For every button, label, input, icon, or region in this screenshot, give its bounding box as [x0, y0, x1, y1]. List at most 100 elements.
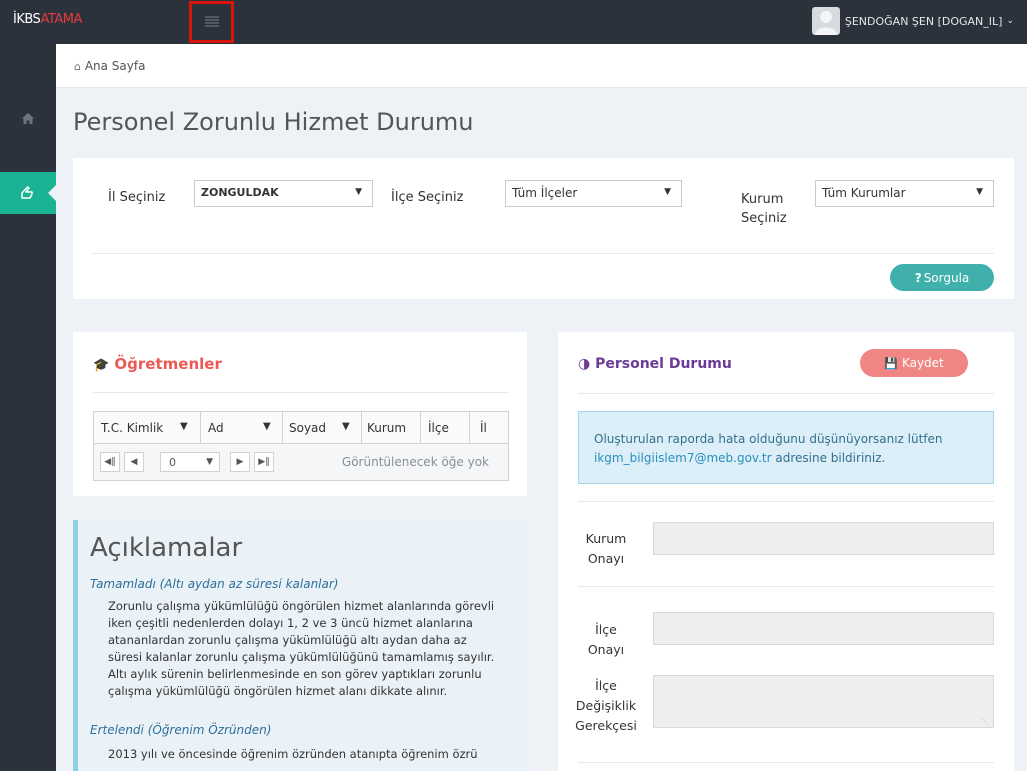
- il-select-value: ZONGULDAK: [201, 186, 279, 199]
- teachers-grid: T.C. Kimlik ▼ Ad ▼ Soyad ▼ Kurum İlçe İl…: [93, 411, 509, 481]
- label-line: Değişiklik: [575, 698, 637, 713]
- divider: [91, 253, 994, 254]
- personel-title: Personel Durumu: [595, 356, 732, 372]
- aciklamalar-text-2: 2013 yılı ve öncesinde öğrenim özründen …: [108, 747, 478, 761]
- prev-page-button[interactable]: ◀: [124, 452, 144, 472]
- filter-icon[interactable]: ▼: [263, 421, 271, 432]
- last-page-button[interactable]: ▶‖: [254, 452, 274, 472]
- page-select[interactable]: 0 ▼: [160, 452, 220, 472]
- sidebar-item-home[interactable]: [0, 98, 56, 138]
- column-separator: [361, 412, 362, 444]
- home-icon: ⌂: [74, 60, 81, 73]
- text-line: Zorunlu çalışma yükümlülüğü öngörülen hi…: [108, 599, 495, 613]
- kurum-label-line1: Kurum: [741, 192, 784, 207]
- label-line: Kurum: [585, 531, 627, 546]
- column-separator: [200, 412, 201, 444]
- text-line: çalışma yükümlülüğü öngörülen hizmet ala…: [108, 684, 448, 698]
- column-header-il[interactable]: İl: [480, 421, 487, 435]
- grid-pager: ◀‖ ◀ 0 ▼ ▶ ▶‖ Görüntülenecek öğe yok: [94, 444, 508, 480]
- page-select-value: 0: [169, 455, 176, 469]
- alert-suffix: adresine bildiriniz.: [771, 451, 886, 465]
- text-line: süresi kalanlar zorunlu çalışma yükümlül…: [108, 650, 495, 664]
- user-menu[interactable]: ŞENDOĞAN ŞEN [DOGAN_IL] ⌄: [811, 7, 1014, 35]
- aciklamalar-title: Açıklamalar: [90, 533, 243, 563]
- hamburger-icon: [204, 16, 219, 27]
- ilce-degisiklik-textarea[interactable]: ⋱: [653, 675, 994, 728]
- column-header-kurum[interactable]: Kurum: [367, 421, 406, 435]
- divider: [93, 392, 509, 393]
- column-separator: [282, 412, 283, 444]
- column-header-soyad[interactable]: Soyad: [289, 421, 326, 435]
- avatar: [811, 7, 840, 35]
- sidebar-item-active[interactable]: [0, 172, 56, 214]
- resize-handle-icon[interactable]: ⋱: [981, 717, 989, 726]
- divider: [578, 393, 994, 394]
- aciklamalar-text-1: Zorunlu çalışma yükümlülüğü öngörülen hi…: [108, 598, 528, 700]
- info-alert: Oluşturulan raporda hata olduğunu düşünü…: [578, 411, 994, 484]
- alert-text: Oluşturulan raporda hata olduğunu düşünü…: [594, 432, 943, 446]
- aciklamalar-subtitle-2: Ertelendi (Öğrenim Özründen): [90, 723, 272, 737]
- text-line: atananlardan zorunlu çalışma yükümlülüğü…: [108, 633, 467, 647]
- query-button[interactable]: ? Sorgula: [890, 264, 994, 291]
- teachers-header: 🎓 Öğretmenler: [93, 355, 222, 373]
- query-button-label: Sorgula: [923, 270, 970, 285]
- breadcrumb-home-link[interactable]: Ana Sayfa: [85, 59, 146, 73]
- ilce-select-value: Tüm İlçeler: [512, 186, 578, 200]
- divider: [578, 762, 994, 763]
- ilce-select[interactable]: Tüm İlçeler ▼: [505, 180, 682, 207]
- personel-panel: ◑ Personel Durumu 💾 Kaydet Oluşturulan r…: [558, 332, 1014, 771]
- caret-down-icon: ▼: [206, 457, 213, 467]
- label-line: Onayı: [587, 551, 625, 566]
- app-logo[interactable]: İKBSATAMA: [13, 12, 82, 27]
- label-line: İlçe: [595, 622, 617, 637]
- aciklamalar-panel: Açıklamalar Tamamladı (Altı aydan az sür…: [73, 520, 527, 771]
- teachers-title: Öğretmenler: [114, 355, 222, 373]
- aciklamalar-subtitle-1: Tamamladı (Altı aydan az süresi kalanlar…: [90, 577, 339, 591]
- save-button-label: Kaydet: [901, 356, 944, 370]
- label-line: Gerekçesi: [575, 718, 637, 733]
- page-title: Personel Zorunlu Hizmet Durumu: [73, 108, 474, 136]
- brand-text-ikbs: İKBS: [13, 12, 41, 27]
- save-button[interactable]: 💾 Kaydet: [860, 349, 968, 377]
- column-separator: [469, 412, 470, 444]
- alert-mail-link[interactable]: ikgm_bilgiislem7@meb.gov.tr: [594, 451, 772, 465]
- user-name: ŞENDOĞAN ŞEN [DOGAN_IL]: [844, 14, 1003, 28]
- kurum-onay-label: Kurum Onayı: [578, 529, 634, 569]
- half-circle-icon: ◑: [578, 356, 591, 372]
- ilce-onay-label: İlçe Onayı: [578, 620, 634, 660]
- breadcrumb: ⌂ Ana Sayfa: [56, 44, 1027, 88]
- personel-header: ◑ Personel Durumu: [578, 356, 732, 372]
- ilce-degisiklik-label: İlçe Değişiklik Gerekçesi: [571, 676, 641, 736]
- next-page-button[interactable]: ▶: [230, 452, 250, 472]
- floppy-disk-icon: 💾: [884, 356, 898, 370]
- il-select[interactable]: ZONGULDAK ▼: [194, 180, 373, 207]
- caret-down-icon: ▼: [355, 187, 362, 197]
- filter-panel: İl Seçiniz ZONGULDAK ▼ İlçe Seçiniz Tüm …: [73, 158, 1014, 299]
- question-icon: ?: [914, 270, 922, 285]
- column-header-ad[interactable]: Ad: [208, 421, 224, 435]
- il-label: İl Seçiniz: [108, 190, 166, 205]
- text-line: iken çeşitli nedenlerden dolayı 1, 2 ve …: [108, 616, 473, 630]
- kurum-label: Kurum Seçiniz: [741, 190, 787, 228]
- label-line: İlçe: [595, 678, 617, 693]
- filter-icon[interactable]: ▼: [342, 421, 350, 432]
- column-header-ilce[interactable]: İlçe: [428, 421, 449, 435]
- grid-empty-text: Görüntülenecek öğe yok: [341, 455, 489, 469]
- brand-text-atama: ATAMA: [40, 12, 83, 27]
- divider: [578, 586, 994, 587]
- user-silhouette-icon: [814, 11, 837, 35]
- kurum-select[interactable]: Tüm Kurumlar ▼: [815, 180, 994, 207]
- ilce-label: İlçe Seçiniz: [391, 190, 464, 205]
- chevron-down-icon: ⌄: [1006, 16, 1014, 26]
- first-page-button[interactable]: ◀‖: [100, 452, 120, 472]
- sidebar: [0, 44, 56, 771]
- filter-icon[interactable]: ▼: [180, 421, 188, 432]
- column-header-tc[interactable]: T.C. Kimlik: [101, 421, 163, 435]
- caret-down-icon: ▼: [976, 187, 983, 197]
- menu-toggle-button[interactable]: [189, 1, 234, 43]
- hand-pointer-icon: [21, 186, 33, 199]
- kurum-select-value: Tüm Kurumlar: [822, 186, 906, 200]
- kurum-onay-field[interactable]: [653, 522, 994, 555]
- ilce-onay-field[interactable]: [653, 612, 994, 645]
- graduation-cap-icon: 🎓: [93, 358, 110, 373]
